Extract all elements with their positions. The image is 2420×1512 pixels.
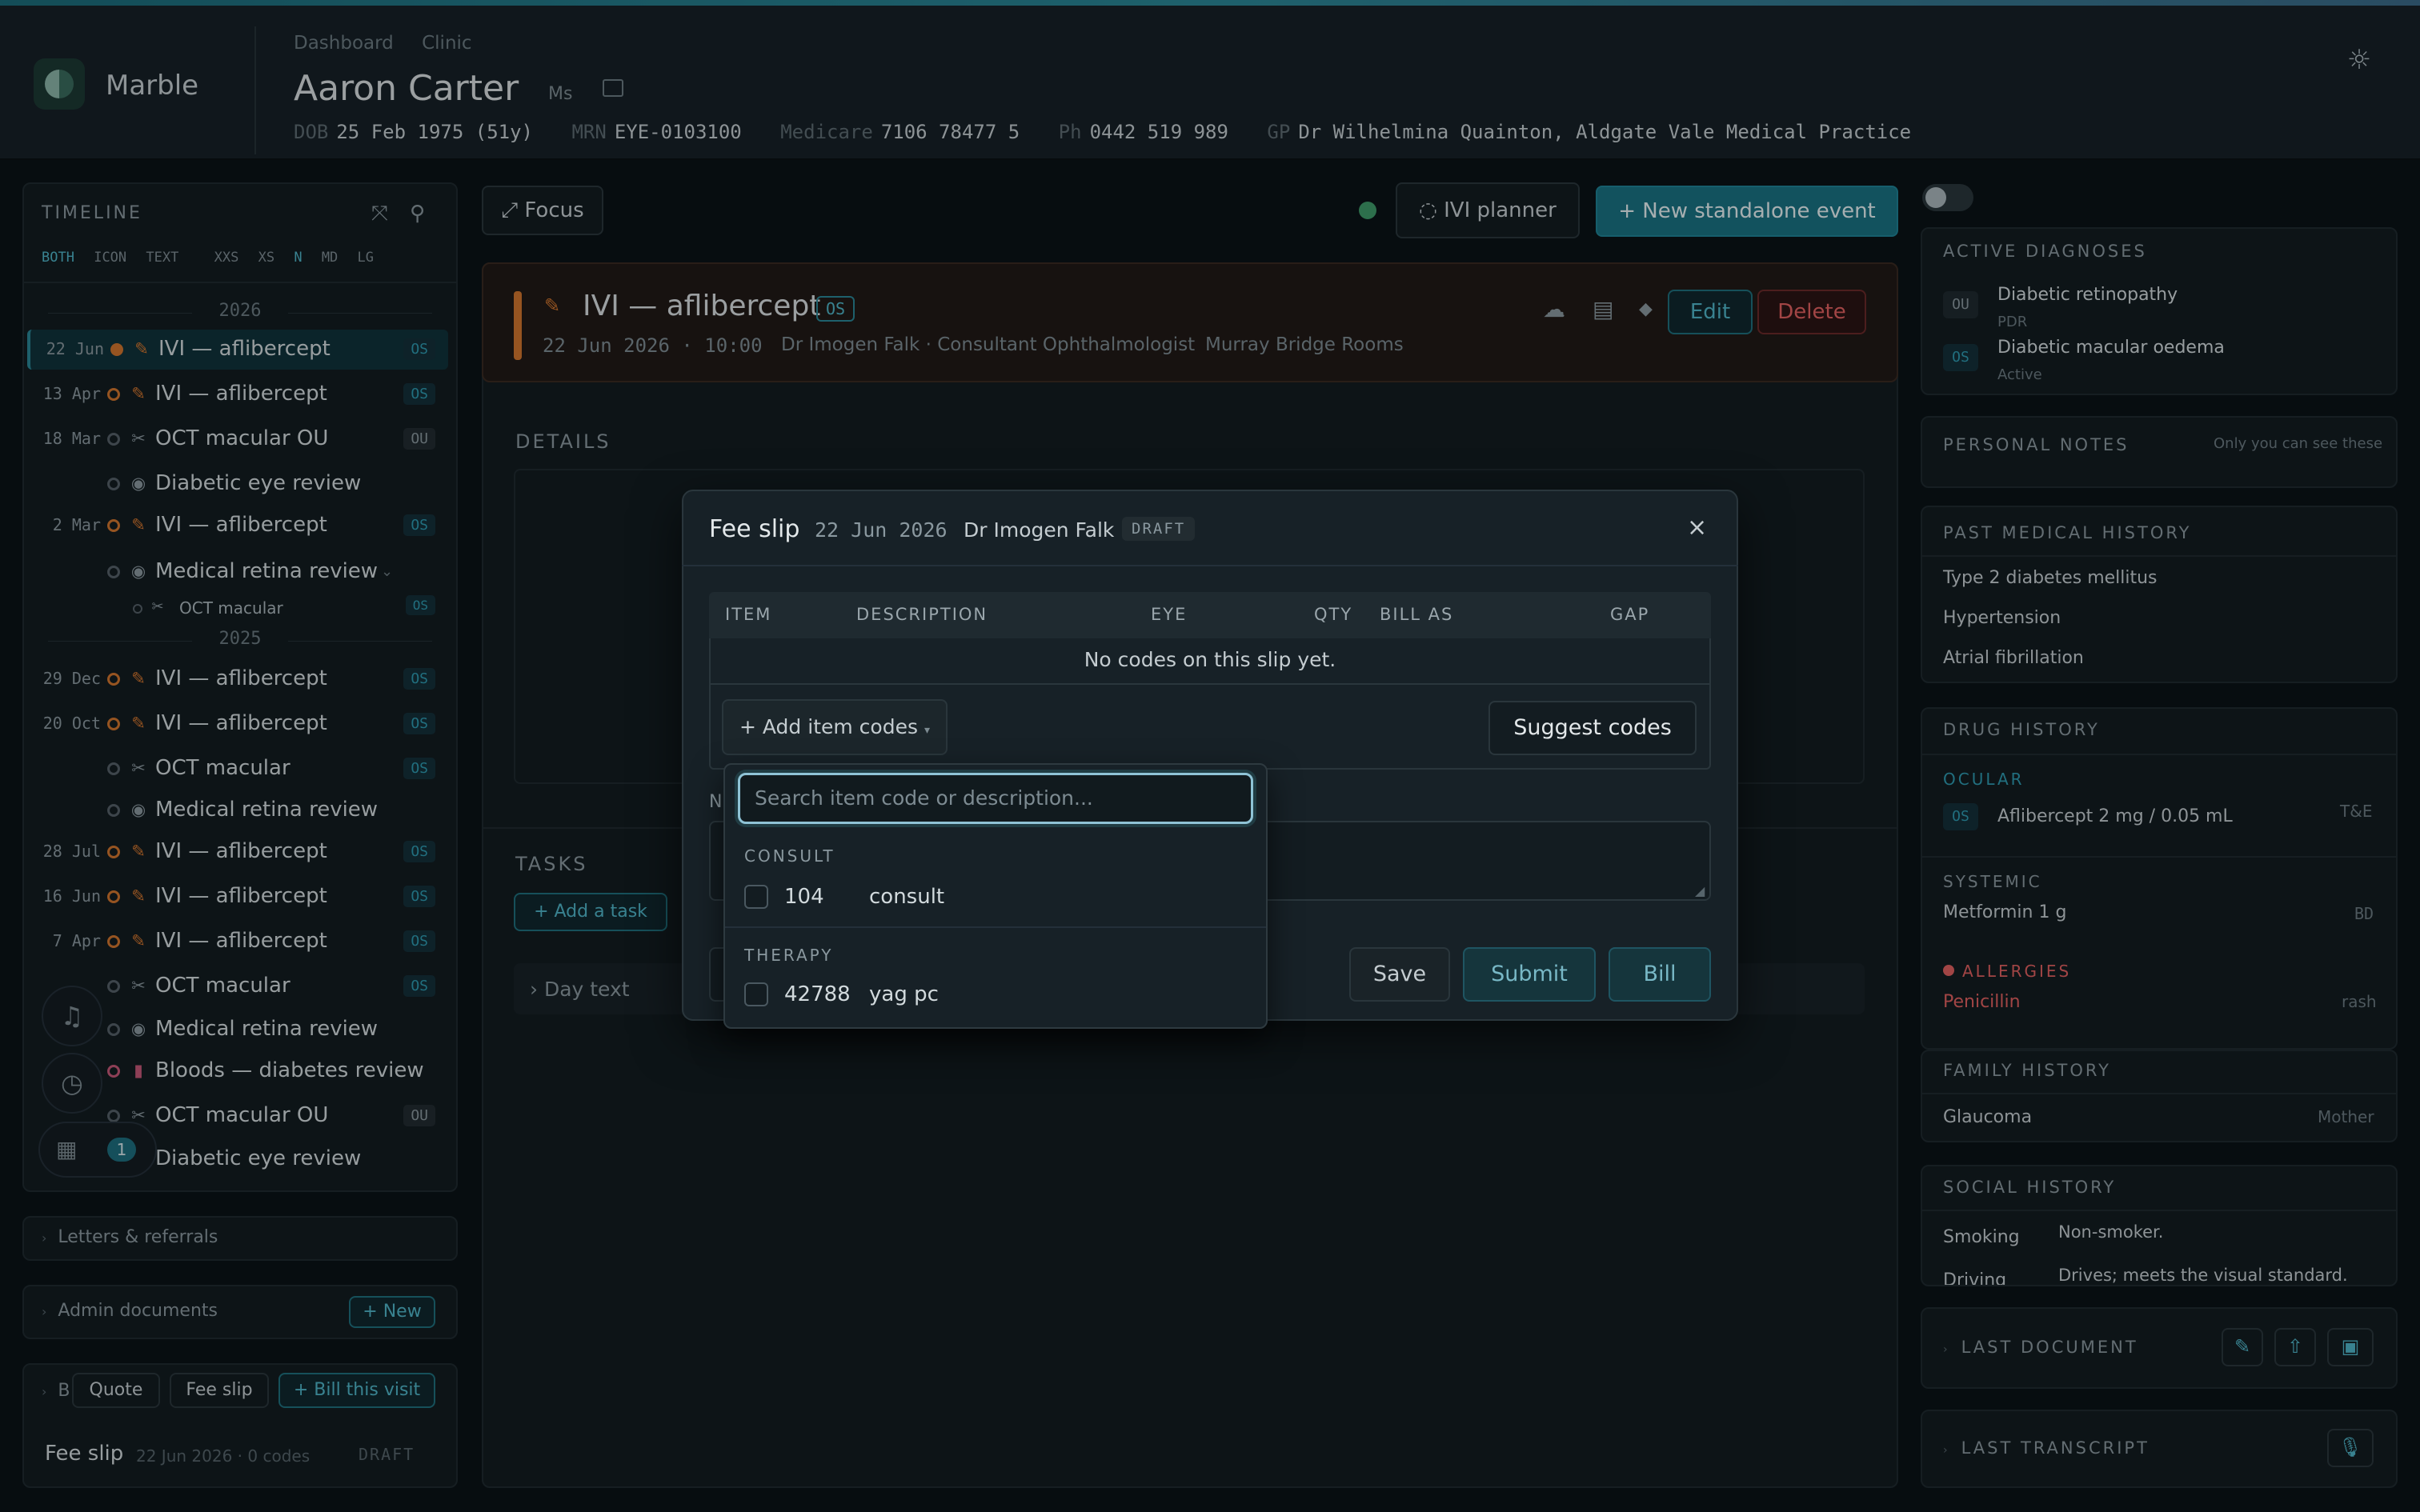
fee-table-header: ITEM DESCRIPTION EYE QTY BILL AS GAP	[709, 592, 1711, 638]
code-number: 42788	[784, 982, 851, 1006]
code-checkbox[interactable]	[744, 982, 768, 1006]
modal-doctor: Dr Imogen Falk	[964, 518, 1115, 542]
suggest-codes-button[interactable]: Suggest codes	[1488, 701, 1697, 755]
code-number: 104	[784, 885, 824, 909]
submit-button[interactable]: Submit	[1463, 947, 1596, 1002]
col-description: DESCRIPTION	[856, 605, 988, 624]
group-consult: CONSULT	[744, 846, 835, 866]
modal-status-badge: DRAFT	[1122, 517, 1196, 541]
save-button[interactable]: Save	[1349, 947, 1450, 1002]
add-item-codes-button[interactable]: + Add item codes ▾	[722, 699, 948, 755]
item-code-search-input[interactable]: Search item code or description...	[738, 773, 1253, 824]
fee-table-empty: No codes on this slip yet.	[709, 638, 1711, 685]
col-item: ITEM	[725, 605, 772, 624]
modal-header-divider	[682, 565, 1738, 566]
bill-button[interactable]: Bill	[1609, 947, 1711, 1002]
modal-date: 22 Jun 2026	[815, 518, 948, 542]
code-description: yag pc	[869, 982, 939, 1006]
group-divider	[725, 926, 1266, 928]
add-item-codes-label: + Add item codes	[739, 715, 918, 738]
modal-title: Fee slip	[709, 515, 800, 543]
group-therapy: THERAPY	[744, 946, 834, 965]
code-checkbox[interactable]	[744, 885, 768, 909]
code-option[interactable]: 42788 yag pc	[723, 971, 1268, 1021]
code-description: consult	[869, 885, 945, 909]
code-option[interactable]: 104 consult	[723, 872, 1268, 922]
chevron-down-icon: ▾	[924, 724, 930, 737]
col-bill-as: BILL AS	[1380, 605, 1454, 624]
col-gap: GAP	[1610, 605, 1650, 624]
col-qty: QTY	[1314, 605, 1353, 624]
resize-handle-icon[interactable]: ◢	[1695, 883, 1705, 898]
col-eye: EYE	[1151, 605, 1188, 624]
notes-label: N	[709, 792, 723, 812]
close-icon[interactable]: ×	[1687, 514, 1707, 542]
